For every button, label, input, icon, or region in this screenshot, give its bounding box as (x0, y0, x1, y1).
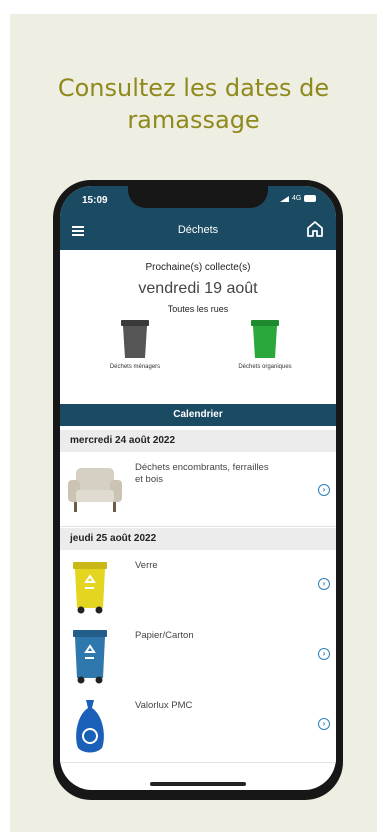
organic-waste-bin-icon (251, 320, 279, 358)
app-header: 15:09 4G Déchets (60, 186, 336, 250)
household-waste-bin-icon (121, 320, 149, 358)
household-waste-label: Déchets ménagers (109, 364, 161, 370)
list-item[interactable]: Déchets encombrants, ferrailles et bois … (60, 452, 336, 527)
streets-label: Toutes les rues (167, 304, 229, 314)
organic-waste-label: Déchets organiques (238, 364, 292, 370)
calendar-header: Calendrier (60, 404, 336, 426)
battery-icon (304, 195, 317, 202)
status-time: 15:09 (82, 195, 108, 206)
page-title: Déchets (177, 224, 219, 236)
chevron-right-icon[interactable]: › (318, 718, 330, 730)
next-collection-label: Prochaine(s) collecte(s) (145, 262, 251, 273)
yellow-bin-icon (73, 562, 107, 614)
list-item[interactable]: Valorlux PMC › (60, 690, 336, 763)
chevron-right-icon[interactable]: › (318, 578, 330, 590)
headline: Consultez les dates de ramassage (10, 72, 377, 136)
blue-bin-icon (73, 630, 107, 684)
signal-icon (280, 195, 289, 202)
chevron-right-icon[interactable]: › (318, 648, 330, 660)
list-item[interactable]: Verre › (60, 550, 336, 621)
home-indicator (150, 782, 246, 786)
blue-bag-icon (76, 700, 104, 753)
chevron-right-icon[interactable]: › (318, 484, 330, 496)
home-icon[interactable] (305, 219, 325, 239)
item-label: Papier/Carton (135, 630, 194, 641)
list-item[interactable]: Papier/Carton › (60, 620, 336, 691)
day-header-1: mercredi 24 août 2022 (60, 430, 336, 452)
next-collection-date: vendredi 19 août (138, 280, 258, 297)
headline-line-1: Consultez les dates de (57, 74, 330, 102)
armchair-icon (68, 468, 122, 512)
headline-line-2: ramassage (127, 106, 260, 134)
item-label: Valorlux PMC (135, 700, 193, 711)
status-icons: 4G (280, 195, 317, 202)
item-label: Verre (135, 560, 158, 571)
app-screen: 15:09 4G Déchets Prochaine(s) collecte(s… (60, 186, 336, 790)
day-header-2: jeudi 25 août 2022 (60, 528, 336, 550)
network-label: 4G (292, 195, 302, 202)
notch (128, 186, 268, 208)
item-label: Déchets encombrants, ferrailles et bois (135, 462, 269, 485)
